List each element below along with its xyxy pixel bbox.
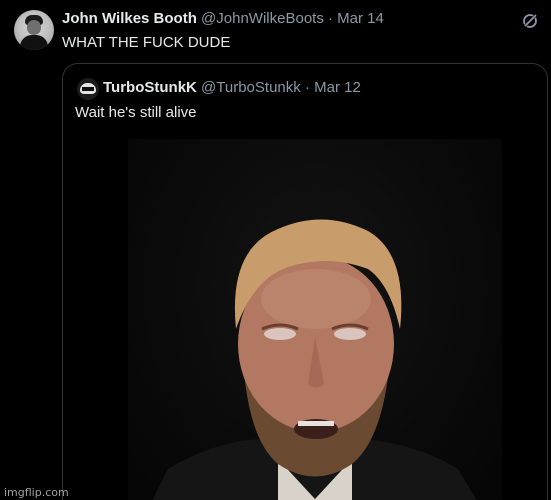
tweet-header: John Wilkes Booth @JohnWilkeBoots · Mar … (62, 10, 384, 27)
post-view: John Wilkes Booth @JohnWilkeBoots · Mar … (0, 0, 551, 500)
quoted-tweet-date: Mar 12 (314, 79, 361, 96)
quoted-author-handle: @TurboStunkk (201, 79, 301, 96)
quoted-media-image[interactable] (128, 139, 502, 500)
grok-icon[interactable] (521, 12, 539, 30)
quoted-tweet-header: TurboStunkK @TurboStunkk · Mar 12 (103, 79, 361, 96)
author-name[interactable]: John Wilkes Booth (62, 10, 197, 27)
author-avatar[interactable] (14, 10, 54, 50)
imgflip-watermark: imgflip.com (4, 486, 69, 499)
tweet-text: WHAT THE FUCK DUDE (62, 34, 231, 51)
header-separator: · (328, 10, 333, 27)
quoted-tweet[interactable]: TurboStunkK @TurboStunkk · Mar 12 Wait h… (62, 63, 548, 500)
quoted-author-name: TurboStunkK (103, 79, 197, 96)
portrait-illustration (152, 219, 477, 500)
quoted-tweet-text: Wait he's still alive (75, 104, 197, 121)
quoted-header-separator: · (304, 79, 310, 96)
quoted-author-avatar[interactable] (77, 78, 99, 100)
author-handle[interactable]: @JohnWilkeBoots (201, 10, 324, 27)
tweet-date[interactable]: Mar 14 (337, 10, 384, 27)
